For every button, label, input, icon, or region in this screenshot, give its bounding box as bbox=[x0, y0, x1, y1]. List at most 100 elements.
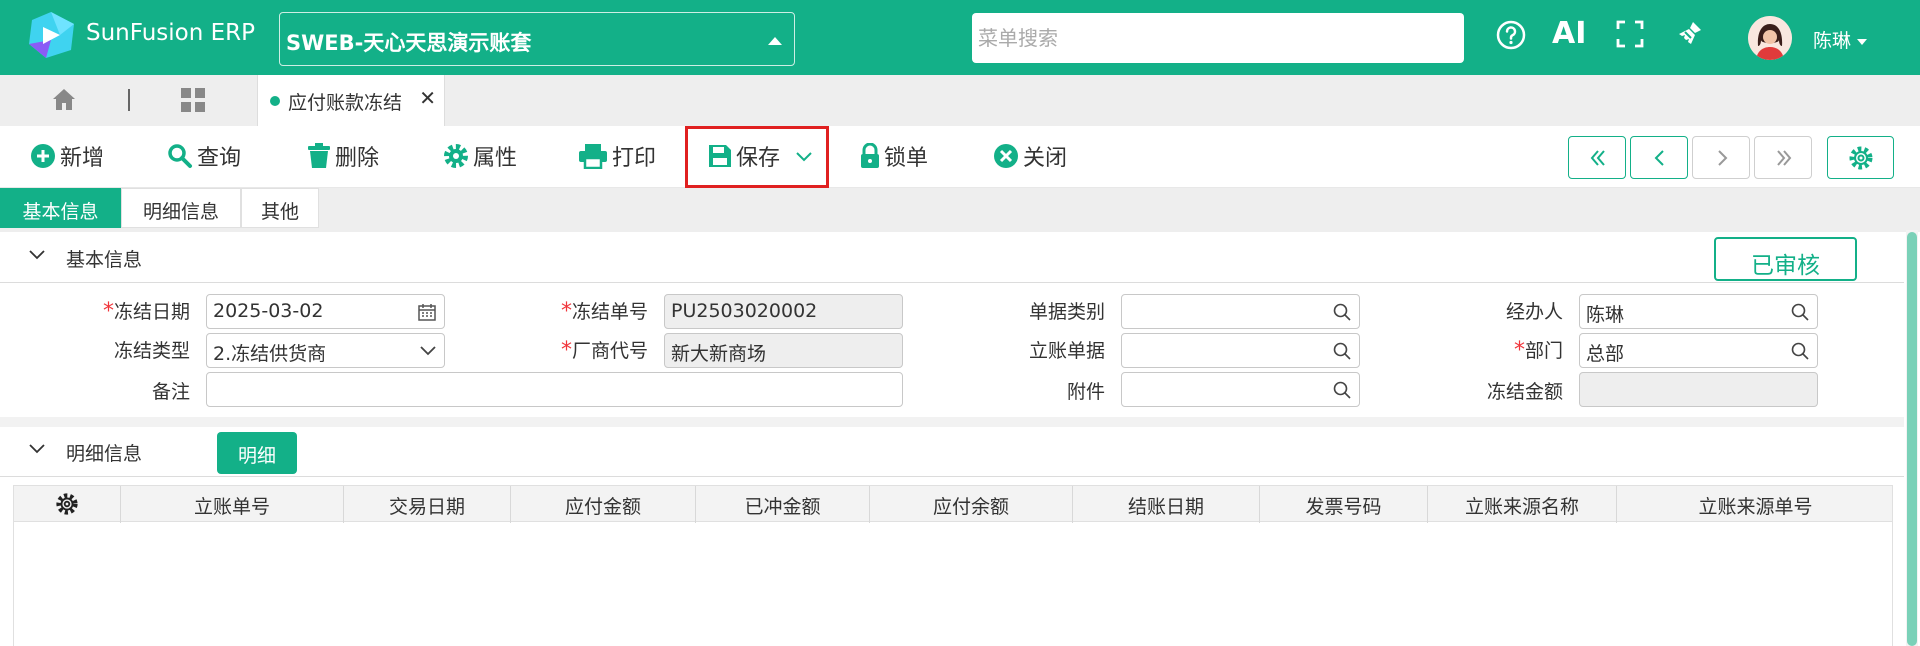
vendor-code-field: 新大新商场 bbox=[664, 333, 903, 368]
col-source-no[interactable]: 立账来源单号 bbox=[1617, 486, 1894, 523]
calendar-icon[interactable] bbox=[418, 303, 436, 321]
grid-header: 立账单号 交易日期 应付金额 已冲金额 应付余额 结账日期 发票号码 立账来源名… bbox=[14, 485, 1894, 523]
app-logo-icon bbox=[29, 12, 74, 58]
doc-type-label: 单据类别 bbox=[1028, 301, 1105, 323]
gear-icon bbox=[444, 144, 468, 168]
print-label: 打印 bbox=[612, 146, 657, 171]
col-account-no[interactable]: 立账单号 bbox=[121, 486, 344, 523]
add-label: 新增 bbox=[60, 146, 105, 171]
basic-info-title: 基本信息 bbox=[66, 249, 143, 271]
save-label: 保存 bbox=[736, 146, 781, 171]
freeze-amount-field bbox=[1579, 372, 1818, 407]
col-offset-amount[interactable]: 已冲金额 bbox=[696, 486, 870, 523]
department-field[interactable]: 总部 bbox=[1579, 333, 1818, 368]
chevron-down-icon bbox=[29, 444, 45, 454]
query-label: 查询 bbox=[197, 146, 242, 171]
menu-search-input[interactable] bbox=[972, 13, 1464, 63]
account-doc-field[interactable] bbox=[1121, 333, 1360, 368]
grid-settings-cell[interactable] bbox=[14, 486, 121, 523]
detail-grid: 立账单号 交易日期 应付金额 已冲金额 应付余额 结账日期 发票号码 立账来源名… bbox=[13, 485, 1893, 646]
delete-button[interactable]: 删除 bbox=[307, 140, 379, 172]
col-payable-balance[interactable]: 应付余额 bbox=[870, 486, 1073, 523]
chevron-down-icon bbox=[1857, 38, 1868, 45]
freeze-amount-label: 冻结金额 bbox=[1486, 381, 1563, 403]
col-source-name[interactable]: 立账来源名称 bbox=[1428, 486, 1617, 523]
search-icon[interactable] bbox=[1333, 342, 1351, 360]
query-button[interactable]: 查询 bbox=[167, 140, 241, 172]
search-icon[interactable] bbox=[1333, 303, 1351, 321]
fullscreen-icon[interactable] bbox=[1615, 19, 1645, 49]
tab-basic-info[interactable]: 基本信息 bbox=[0, 188, 121, 228]
plus-circle-icon bbox=[31, 144, 55, 168]
brand-name: SunFusion ERP bbox=[86, 20, 256, 46]
user-name: 陈琳 bbox=[1813, 30, 1852, 52]
tab-other[interactable]: 其他 bbox=[241, 188, 319, 228]
status-badge: 已审核 bbox=[1714, 237, 1857, 281]
detail-button[interactable]: 明细 bbox=[217, 432, 297, 474]
top-bar: SunFusion ERP SWEB-天心天思演示账套 AI 陈琳 bbox=[0, 0, 1920, 75]
avatar-portrait-icon bbox=[1748, 16, 1792, 60]
chevron-left-icon bbox=[1654, 150, 1664, 166]
tab-label: 应付账款冻结 bbox=[288, 92, 403, 114]
next-record-button[interactable] bbox=[1692, 136, 1750, 179]
home-icon[interactable] bbox=[50, 85, 78, 113]
lock-label: 锁单 bbox=[884, 146, 929, 171]
close-button[interactable]: 关闭 bbox=[993, 140, 1067, 172]
properties-button[interactable]: 属性 bbox=[443, 140, 517, 172]
last-record-button[interactable] bbox=[1754, 136, 1812, 179]
section-tabs: 基本信息 明细信息 其他 bbox=[0, 188, 1920, 232]
attachment-field[interactable] bbox=[1121, 372, 1360, 407]
close-circle-icon bbox=[994, 144, 1018, 168]
freeze-type-select[interactable]: 2.冻结供货商 bbox=[206, 333, 445, 368]
lock-icon bbox=[861, 143, 879, 168]
tab-payable-freeze[interactable]: 应付账款冻结 ✕ bbox=[257, 75, 445, 126]
delete-label: 删除 bbox=[335, 146, 380, 171]
save-button[interactable]: 保存 bbox=[708, 140, 780, 172]
scrollbar-thumb[interactable] bbox=[1907, 232, 1917, 646]
save-dropdown-chevron-icon[interactable] bbox=[796, 152, 812, 162]
search-icon[interactable] bbox=[1333, 381, 1351, 399]
properties-label: 属性 bbox=[473, 146, 518, 171]
col-payable-amount[interactable]: 应付金额 bbox=[511, 486, 696, 523]
search-icon[interactable] bbox=[1791, 303, 1809, 321]
close-tab-icon[interactable]: ✕ bbox=[419, 86, 436, 110]
attachment-label: 附件 bbox=[1066, 381, 1105, 403]
settings-gear-icon bbox=[1849, 146, 1873, 170]
company-selector[interactable]: SWEB-天心天思演示账套 bbox=[279, 12, 795, 66]
add-button[interactable]: 新增 bbox=[30, 140, 104, 172]
lock-button[interactable]: 锁单 bbox=[860, 140, 928, 172]
user-menu[interactable]: 陈琳 bbox=[1813, 26, 1868, 53]
freeze-date-field[interactable]: 2025-03-02 bbox=[206, 294, 445, 329]
handler-field[interactable]: 陈琳 bbox=[1579, 294, 1818, 329]
printer-icon bbox=[579, 144, 607, 169]
search-icon[interactable] bbox=[1791, 342, 1809, 360]
close-label: 关闭 bbox=[1023, 146, 1068, 171]
basic-info-form: *冻结日期 2025-03-02 *冻结单号 PU2503020002 单据类别… bbox=[0, 283, 1904, 417]
clear-cache-broom-icon[interactable] bbox=[1673, 19, 1705, 51]
settings-button[interactable] bbox=[1827, 136, 1894, 179]
chevron-right-icon bbox=[1718, 150, 1728, 166]
chevron-down-icon bbox=[420, 346, 436, 356]
first-record-button[interactable] bbox=[1568, 136, 1626, 179]
tab-detail-info[interactable]: 明细信息 bbox=[121, 188, 241, 228]
detail-info-title: 明细信息 bbox=[66, 443, 143, 465]
doc-type-field[interactable] bbox=[1121, 294, 1360, 329]
tab-divider bbox=[128, 89, 130, 111]
col-trade-date[interactable]: 交易日期 bbox=[344, 486, 511, 523]
handler-label: 经办人 bbox=[1505, 301, 1563, 323]
floppy-disk-icon bbox=[709, 145, 731, 167]
basic-info-header[interactable]: 基本信息 bbox=[0, 233, 1904, 283]
vendor-code-label: *厂商代号 bbox=[560, 338, 648, 363]
print-button[interactable]: 打印 bbox=[578, 140, 656, 172]
col-closing-date[interactable]: 结账日期 bbox=[1073, 486, 1260, 523]
user-avatar[interactable] bbox=[1748, 16, 1792, 60]
trash-icon bbox=[308, 143, 330, 168]
remark-field[interactable] bbox=[206, 372, 903, 407]
previous-record-button[interactable] bbox=[1630, 136, 1688, 179]
help-icon[interactable] bbox=[1495, 19, 1527, 51]
col-invoice-no[interactable]: 发票号码 bbox=[1260, 486, 1428, 523]
search-icon bbox=[168, 144, 192, 168]
apps-grid-icon[interactable] bbox=[180, 87, 206, 113]
department-label: *部门 bbox=[1513, 338, 1563, 363]
ai-assistant-button[interactable]: AI bbox=[1552, 16, 1586, 51]
